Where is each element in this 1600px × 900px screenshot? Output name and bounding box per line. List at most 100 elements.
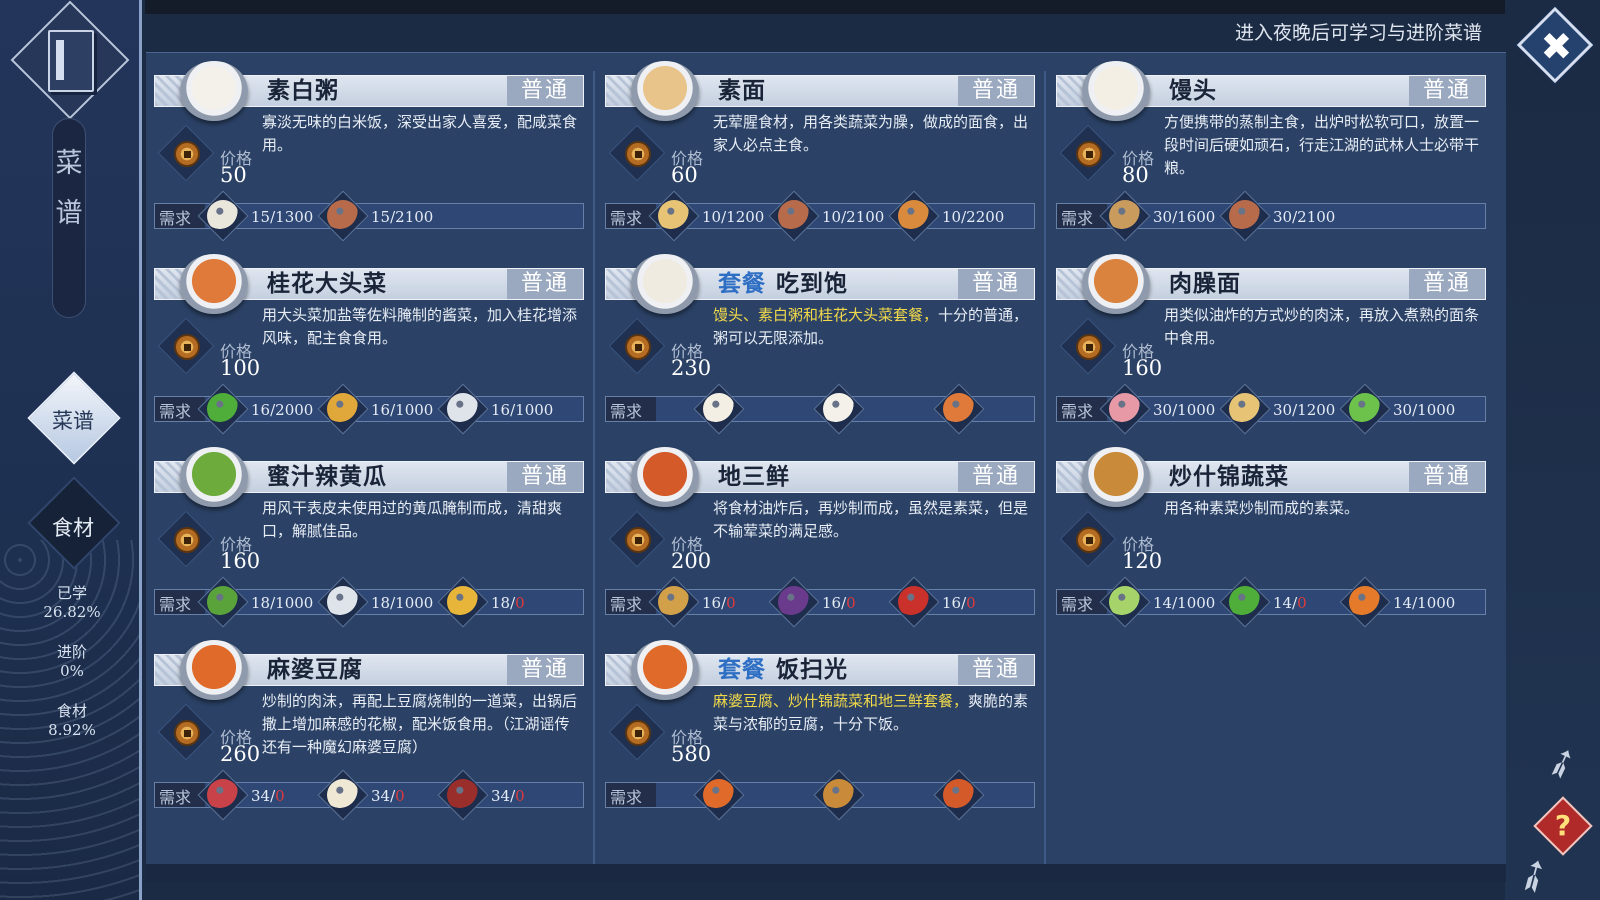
requirement-item[interactable]: 14/1000 <box>1339 576 1477 628</box>
recipe-card[interactable]: 素白粥 普通 寡淡无味的白米饭，深受出家人喜爱，配咸菜食用。 价格 50 需求 … <box>154 61 584 242</box>
price-value: 80 <box>1122 163 1149 187</box>
di-san-xian-icon <box>943 779 975 811</box>
requirement-item[interactable]: 16/0 <box>768 576 906 628</box>
requirement-item[interactable] <box>693 769 831 821</box>
tier-badge: 普通 <box>507 269 583 299</box>
requirement-item[interactable]: 15/2100 <box>317 190 455 242</box>
recipe-card[interactable]: 地三鲜 普通 将食材油炸后，再炒制而成，虽然是素菜，但是不输荤菜的满足感。 价格… <box>605 447 1035 628</box>
requirement-item[interactable]: 16/1000 <box>437 383 575 435</box>
recipe-card[interactable]: 蜜汁辣黄瓜 普通 用风干表皮未使用过的黄瓜腌制而成，清甜爽口，解腻佳品。 价格 … <box>154 447 584 628</box>
recipe-card[interactable]: 套餐 饭扫光 普通 麻婆豆腐、炒什锦蔬菜和地三鲜套餐，爽脆的素菜与浓郁的豆腐，十分… <box>605 640 1035 821</box>
carrot-icon <box>1349 586 1381 618</box>
recipe-name-text: 素面 <box>718 77 766 104</box>
requirement-label: 需求 <box>159 209 192 228</box>
requirement-item[interactable]: 10/1200 <box>648 190 786 242</box>
requirement-item[interactable]: 30/1600 <box>1099 190 1237 242</box>
recipe-desc-text: 用类似油炸的方式炒的肉沫，再放入煮熟的面条中食用。 <box>1164 306 1480 347</box>
salt-icon <box>447 393 479 425</box>
requirement-count: 30/1000 <box>1393 401 1455 419</box>
set-highlight: 馒头、素白粥和桂花大头菜套餐， <box>713 306 939 324</box>
requirement-item[interactable] <box>933 769 1071 821</box>
need-count: /2000 <box>270 401 314 419</box>
set-highlight-tail: 爽脆的 <box>968 692 1014 710</box>
lettuce-icon <box>1229 586 1261 618</box>
requirement-bar: 需求 16/2000 16/1000 16/1000 <box>154 383 584 435</box>
price-value: 100 <box>220 356 261 380</box>
recipe-book-icon <box>48 30 94 92</box>
requirement-item[interactable]: 18/0 <box>437 576 575 628</box>
recipe-name-text: 肉臊面 <box>1169 270 1241 297</box>
requirement-count: 14/0 <box>1273 594 1307 612</box>
recipe-card[interactable]: 炒什锦蔬菜 普通 用各种素菜炒制而成的素菜。 价格 120 需求 14/1000… <box>1056 447 1486 628</box>
requirement-item[interactable]: 10/2200 <box>888 190 1026 242</box>
price-value: 50 <box>220 163 247 187</box>
question-icon[interactable]: ? <box>1544 807 1582 845</box>
stat-value: 26.82% <box>43 603 101 621</box>
recipe-card[interactable]: 套餐 吃到饱 普通 馒头、素白粥和桂花大头菜套餐，十分的普通，粥可以无限添加。 价… <box>605 254 1035 435</box>
set-highlight: 麻婆豆腐、炒什锦蔬菜和地三鲜套餐， <box>713 692 969 710</box>
requirement-item[interactable]: 16/1000 <box>317 383 455 435</box>
coin-icon <box>625 334 651 360</box>
dish-image <box>631 640 699 700</box>
recipe-name: 套餐 饭扫光 <box>718 655 848 685</box>
requirement-count: 16/1000 <box>371 401 433 419</box>
have-count: 34 <box>251 787 271 805</box>
recipe-name: 馒头 <box>1169 76 1217 106</box>
need-count: /2100 <box>841 208 885 226</box>
requirement-item[interactable]: 14/1000 <box>1099 576 1237 628</box>
have-count: 14 <box>1273 594 1293 612</box>
recipe-description: 方便携带的蒸制主食，出炉时松软可口，放置一段时间后硬如顽石，行走江湖的武林人士必… <box>1164 111 1486 180</box>
requirement-count: 14/1000 <box>1393 594 1455 612</box>
recipe-card[interactable]: 麻婆豆腐 普通 炒制的肉沫，再配上豆腐烧制的一道菜，出锅后撒上增加麻感的花椒，配… <box>154 640 584 821</box>
requirement-item[interactable]: 30/1200 <box>1219 383 1357 435</box>
requirement-item[interactable]: 34/0 <box>197 769 335 821</box>
have-count: 30 <box>1153 208 1173 226</box>
requirement-item[interactable] <box>693 383 831 435</box>
have-count: 30 <box>1273 208 1293 226</box>
stat-label: 已学 <box>56 584 87 602</box>
potato-icon <box>658 586 690 618</box>
requirement-item[interactable]: 30/1000 <box>1099 383 1237 435</box>
set-tag: 套餐 <box>718 656 766 683</box>
requirement-item[interactable]: 10/2100 <box>768 190 906 242</box>
requirement-item[interactable]: 30/2100 <box>1219 190 1357 242</box>
requirement-item[interactable] <box>813 769 951 821</box>
requirement-item[interactable]: 30/1000 <box>1339 383 1477 435</box>
requirement-item[interactable]: 16/0 <box>648 576 786 628</box>
recipe-card[interactable]: 素面 普通 无荤腥食材，用各类蔬菜为臊，做成的面食，出家人必点主食。 价格 60… <box>605 61 1035 242</box>
requirement-item[interactable]: 34/0 <box>317 769 455 821</box>
requirement-item[interactable] <box>813 383 951 435</box>
requirement-item[interactable]: 15/1300 <box>197 190 335 242</box>
cucumber-icon <box>207 586 239 618</box>
requirement-item[interactable]: 16/0 <box>888 576 1026 628</box>
requirement-item[interactable]: 18/1000 <box>197 576 335 628</box>
need-zero: 0 <box>275 787 285 805</box>
beef-icon <box>207 779 239 811</box>
recipe-card[interactable]: 馒头 普通 方便携带的蒸制主食，出炉时松软可口，放置一段时间后硬如顽石，行走江湖… <box>1056 61 1486 242</box>
requirement-count: 30/1600 <box>1153 208 1215 226</box>
need-zero: 0 <box>515 594 525 612</box>
recipe-card[interactable]: 桂花大头菜 普通 用大头菜加盐等佐料腌制的酱菜，加入桂花增添风味，配主食食用。 … <box>154 254 584 435</box>
close-icon[interactable]: ✖ <box>1536 22 1576 70</box>
requirement-item[interactable]: 14/0 <box>1219 576 1357 628</box>
requirement-item[interactable]: 34/0 <box>437 769 575 821</box>
panel-bottom-bar <box>146 864 1506 882</box>
tab-ingredients-label[interactable]: 食材 <box>28 512 118 542</box>
recipe-card[interactable]: 肉臊面 普通 用类似油炸的方式炒的肉沫，再放入煮熟的面条中食用。 价格 160 … <box>1056 254 1486 435</box>
have-count: 34 <box>371 787 391 805</box>
requirement-label: 需求 <box>159 402 192 421</box>
tab-recipes-label[interactable]: 菜谱 <box>28 405 118 435</box>
mapo-tofu-icon <box>703 779 735 811</box>
close-button[interactable]: ✖ <box>1516 6 1594 84</box>
flour-sack-icon <box>1109 200 1141 232</box>
have-count: 10 <box>942 208 962 226</box>
need-zero: 0 <box>515 787 525 805</box>
requirement-item[interactable]: 16/2000 <box>197 383 335 435</box>
requirement-item[interactable]: 18/1000 <box>317 576 455 628</box>
coin-icon <box>174 334 200 360</box>
requirement-item[interactable] <box>933 383 1071 435</box>
sidebar: 菜 谱 菜谱 食材 已学 26.82% 进阶 0% 食材 8.92% <box>0 0 142 900</box>
requirement-count: 15/1300 <box>251 208 313 226</box>
have-count: 16 <box>942 594 962 612</box>
requirement-count: 10/1200 <box>702 208 764 226</box>
